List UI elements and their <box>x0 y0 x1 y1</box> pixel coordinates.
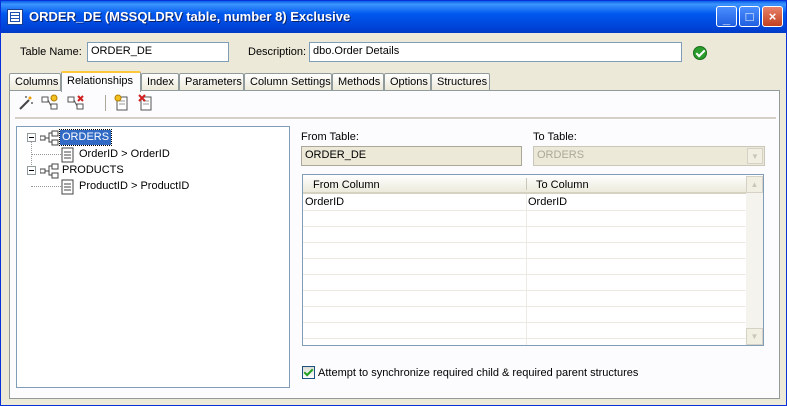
from-table-field: ORDER_DE <box>301 146 522 166</box>
scroll-up-icon[interactable]: ▲ <box>746 176 763 193</box>
tab-column-settings[interactable]: Column Settings <box>244 73 332 90</box>
tab-index[interactable]: Index <box>141 73 179 90</box>
collapse-icon[interactable] <box>27 166 36 175</box>
table-row[interactable] <box>303 227 746 243</box>
delete-relation-icon[interactable] <box>67 94 85 112</box>
table-row[interactable] <box>303 259 746 275</box>
table-row[interactable] <box>303 307 746 323</box>
tree-node-label: PRODUCTS <box>62 164 124 176</box>
tab-label: Options <box>390 76 428 88</box>
add-relation-icon[interactable] <box>41 94 59 112</box>
from-column-cell[interactable]: OrderID <box>305 196 344 208</box>
to-table-select[interactable]: ORDERS ▼ <box>533 146 765 166</box>
title-bar[interactable]: ORDER_DE (MSSQLDRV table, number 8) Excl… <box>1 1 786 33</box>
table-row[interactable]: OrderID OrderID <box>303 195 746 211</box>
from-table-label: From Table: <box>301 131 359 143</box>
tree-node-label: ProductID > ProductID <box>79 180 190 192</box>
tab-structures[interactable]: Structures <box>431 73 490 90</box>
tab-label: Relationships <box>67 75 134 87</box>
to-column-header[interactable]: To Column <box>536 179 589 191</box>
minimize-button[interactable]: _ <box>716 6 737 27</box>
to-table-value: ORDERS <box>537 149 585 161</box>
tab-label: Column Settings <box>250 76 331 88</box>
header-divider <box>526 178 527 190</box>
toolbar-divider <box>15 117 776 120</box>
grid-header: From Column To Column <box>303 175 746 194</box>
sync-structures-checkbox[interactable] <box>302 366 315 379</box>
tab-label: Parameters <box>185 76 242 88</box>
close-button[interactable]: × <box>762 6 783 27</box>
collapse-icon[interactable] <box>27 133 36 142</box>
relation-icon <box>39 163 59 179</box>
document-icon <box>61 147 77 163</box>
window-title: ORDER_DE (MSSQLDRV table, number 8) Excl… <box>29 9 351 24</box>
tab-relationships[interactable]: Relationships <box>61 71 141 92</box>
new-document-icon[interactable] <box>113 94 131 112</box>
table-row[interactable] <box>303 275 746 291</box>
table-row[interactable] <box>303 243 746 259</box>
description-field[interactable]: dbo.Order Details <box>309 42 682 62</box>
wand-icon[interactable] <box>17 94 35 112</box>
relation-icon <box>39 130 59 146</box>
table-row[interactable] <box>303 291 746 307</box>
table-properties-window: ORDER_DE (MSSQLDRV table, number 8) Excl… <box>0 0 787 406</box>
table-name-field[interactable]: ORDER_DE <box>87 42 229 62</box>
close-icon: × <box>768 9 777 24</box>
from-column-header[interactable]: From Column <box>313 179 380 191</box>
tree-node-label: OrderID > OrderID <box>79 148 170 160</box>
toolbar-separator <box>105 95 106 111</box>
table-row[interactable] <box>303 323 746 339</box>
tab-label: Columns <box>15 76 59 88</box>
maximize-icon: □ <box>745 9 754 24</box>
check-ok-icon <box>693 46 707 60</box>
tab-parameters[interactable]: Parameters <box>179 73 244 90</box>
minimize-icon: _ <box>722 11 731 26</box>
table-row[interactable] <box>303 211 746 227</box>
tree-node-label: ORDERS <box>58 129 113 146</box>
maximize-button[interactable]: □ <box>739 6 760 27</box>
relationship-tree[interactable]: ORDERS OrderID > OrderID PRODUCTS Produc… <box>16 126 290 388</box>
tab-options[interactable]: Options <box>384 73 431 90</box>
tree-line <box>31 186 61 187</box>
tab-label: Structures <box>437 76 488 88</box>
tab-label: Index <box>147 76 174 88</box>
description-label: Description: <box>248 46 307 58</box>
document-icon <box>61 179 77 195</box>
scroll-down-icon[interactable]: ▼ <box>746 328 763 345</box>
relationship-toolbar <box>9 91 780 115</box>
table-icon <box>7 9 23 25</box>
tab-columns[interactable]: Columns <box>9 73 61 90</box>
table-name-label: Table Name: <box>20 46 82 58</box>
tree-line <box>31 154 61 155</box>
tab-methods[interactable]: Methods <box>332 73 384 90</box>
delete-document-icon[interactable] <box>137 94 155 112</box>
column-mapping-grid[interactable]: From Column To Column OrderID OrderID ▲ … <box>302 174 764 346</box>
to-column-cell[interactable]: OrderID <box>528 196 567 208</box>
to-table-label: To Table: <box>533 131 577 143</box>
vertical-scrollbar[interactable]: ▲ ▼ <box>746 176 763 345</box>
sync-structures-label[interactable]: Attempt to synchronize required child & … <box>318 367 638 379</box>
tab-label: Methods <box>338 76 381 88</box>
chevron-down-icon[interactable]: ▼ <box>747 148 763 164</box>
